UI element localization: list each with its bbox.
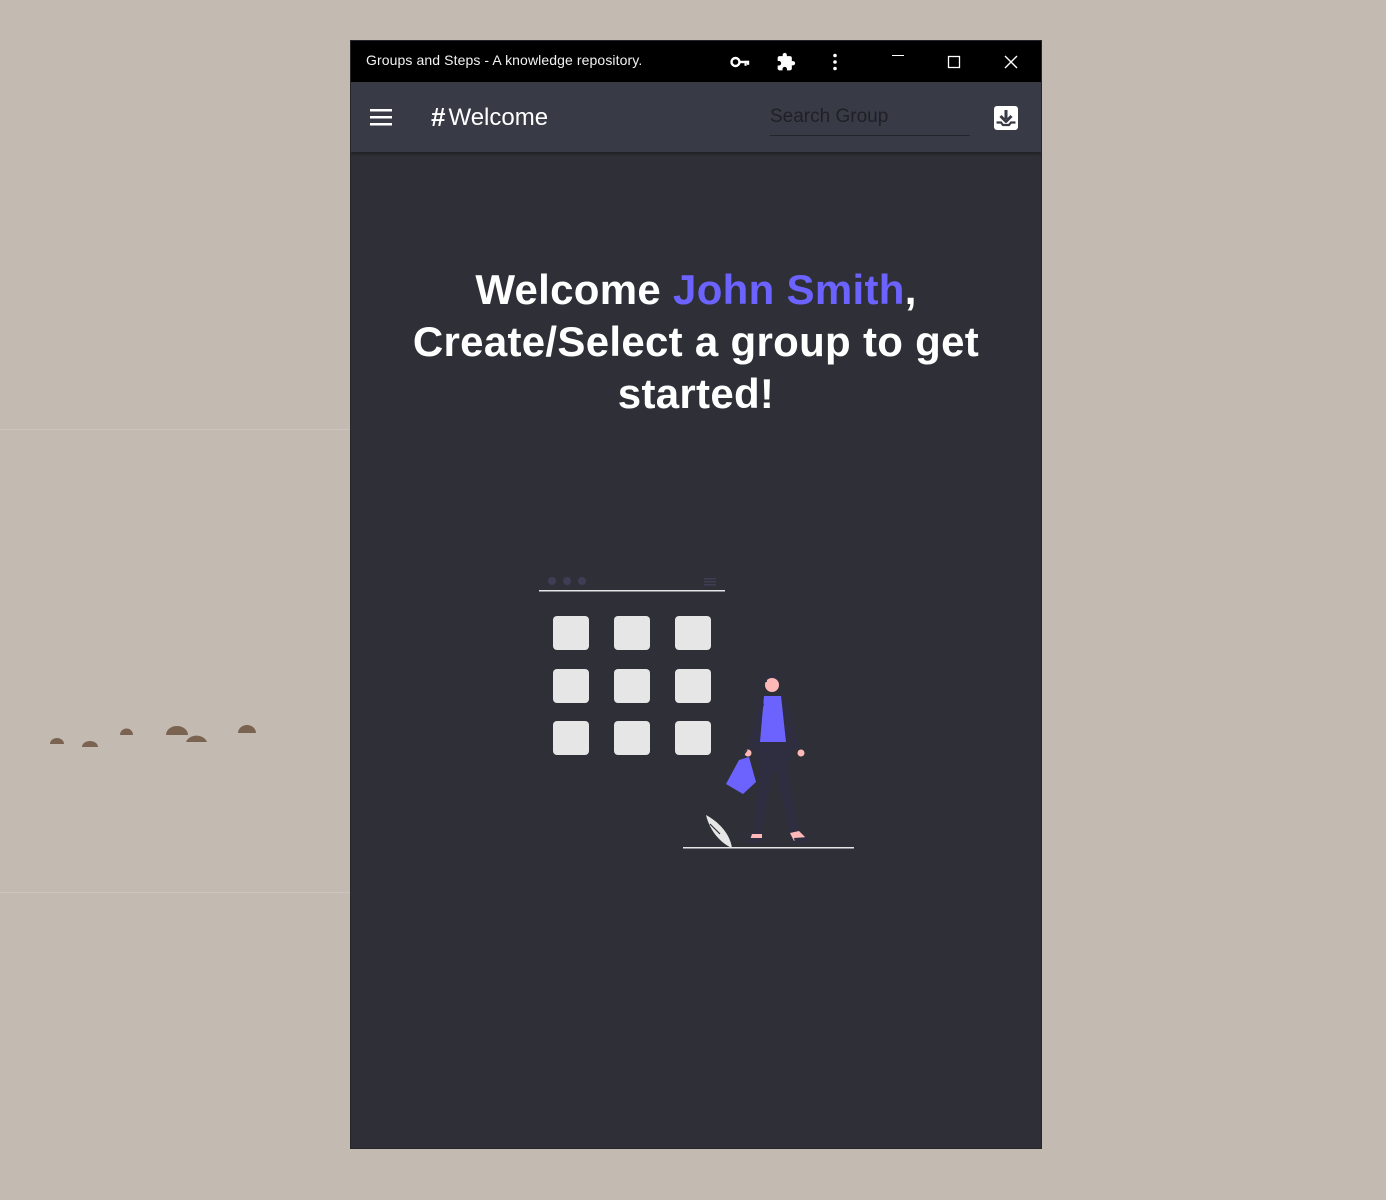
app-window: Groups and Steps - A knowledge repositor… xyxy=(351,41,1041,1148)
extensions-button[interactable] xyxy=(772,41,800,82)
page-title-text: Welcome xyxy=(448,103,549,131)
window-titlebar[interactable]: Groups and Steps - A knowledge repositor… xyxy=(351,41,1041,82)
instruction-text: Create/Select a group to get started! xyxy=(412,318,980,417)
greeting-text: Welcome xyxy=(475,266,662,313)
menu-button[interactable] xyxy=(368,105,394,129)
hamburger-menu-icon xyxy=(370,109,392,126)
desktop-pebbles-decoration xyxy=(50,725,256,747)
minimize-icon xyxy=(892,54,904,56)
desktop-line-top xyxy=(0,429,351,430)
puzzle-icon xyxy=(777,52,796,70)
maximize-button[interactable] xyxy=(929,41,979,82)
close-icon xyxy=(1004,55,1018,68)
hash-icon: # xyxy=(431,102,446,132)
search-field xyxy=(770,101,970,136)
app-toolbar: # Welcome xyxy=(351,82,1041,152)
window-title: Groups and Steps - A knowledge repositor… xyxy=(366,52,643,68)
close-button[interactable] xyxy=(986,41,1036,82)
main-content: Welcome John Smith, Create/Select a grou… xyxy=(351,152,1041,1148)
greeting-suffix: , xyxy=(904,266,917,313)
minimize-button[interactable] xyxy=(873,41,923,82)
maximize-icon xyxy=(947,55,961,68)
page-title: # Welcome xyxy=(431,102,548,133)
more-options-button[interactable] xyxy=(821,41,849,82)
desktop-line-bottom xyxy=(0,892,351,893)
more-vert-icon xyxy=(833,53,837,70)
user-name: John Smith xyxy=(673,266,905,313)
download-icon xyxy=(994,106,1018,130)
welcome-message: Welcome John Smith, Create/Select a grou… xyxy=(396,264,996,420)
empty-state-illustration xyxy=(539,577,854,849)
download-button[interactable] xyxy=(992,104,1020,132)
key-icon xyxy=(730,56,750,67)
search-input[interactable] xyxy=(770,101,970,133)
key-button[interactable] xyxy=(726,41,754,82)
